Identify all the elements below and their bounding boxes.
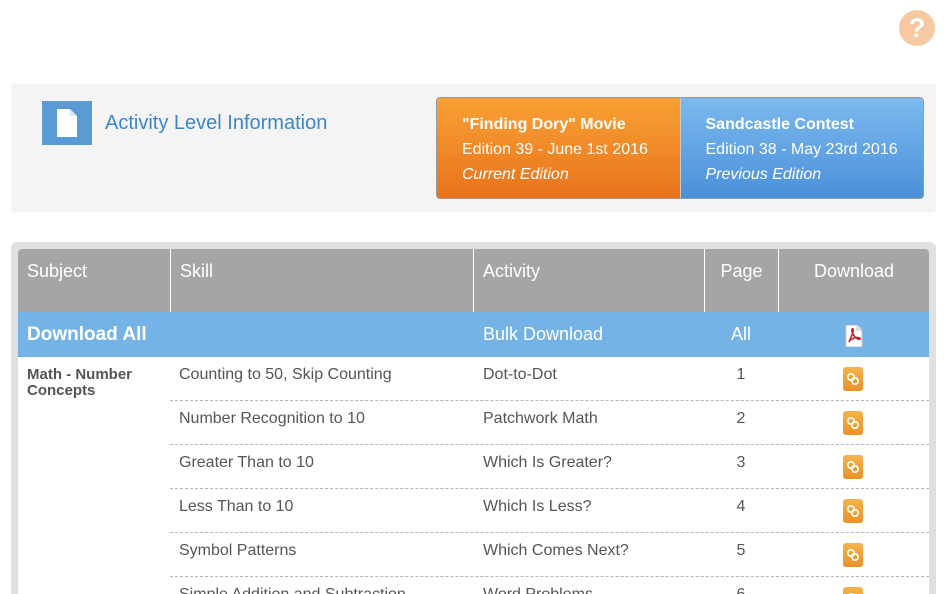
page-cell: 4 xyxy=(736,498,746,515)
edition-selector: "Finding Dory" Movie Edition 39 - June 1… xyxy=(436,97,924,199)
activity-table-frame: Subject Skill Activity Page Download Dow… xyxy=(11,242,936,594)
page-cell: 5 xyxy=(736,542,746,559)
download-worksheet-icon[interactable] xyxy=(843,499,863,523)
page-cell: 6 xyxy=(704,586,778,594)
edition-status: Previous Edition xyxy=(705,166,822,183)
skill-cell: Number Recognition to 10 xyxy=(179,410,365,427)
download-worksheet-icon[interactable] xyxy=(843,543,863,567)
activity-cell: Which Is Less? xyxy=(483,498,592,515)
header-download: Download xyxy=(778,249,929,312)
activity-cell: Which Is Greater? xyxy=(483,454,612,471)
download-worksheet-icon[interactable] xyxy=(843,367,863,391)
skill-cell: Simple Addition and Subtraction xyxy=(179,586,406,594)
skill-cell: Symbol Patterns xyxy=(179,542,297,559)
document-icon xyxy=(42,101,92,145)
header-subject: Subject xyxy=(27,261,88,281)
edition-date: Edition 39 - June 1st 2016 xyxy=(462,141,648,158)
edition-current-button[interactable]: "Finding Dory" Movie Edition 39 - June 1… xyxy=(437,98,681,198)
pdf-icon[interactable] xyxy=(844,324,864,348)
bulk-download-activity: Bulk Download xyxy=(483,324,604,344)
edition-title: "Finding Dory" Movie xyxy=(462,116,626,133)
header-activity: Activity xyxy=(473,249,704,312)
table-row: Greater Than to 10 Which Is Greater? 3 xyxy=(170,445,929,489)
panel-title: Activity Level Information xyxy=(105,112,328,134)
download-worksheet-icon[interactable] xyxy=(843,455,863,479)
header-page: Page xyxy=(704,249,778,312)
table-row: Simple Addition and Subtraction Word Prob… xyxy=(170,577,929,594)
table-row: Less Than to 10 Which Is Less? 4 xyxy=(170,489,929,533)
page-cell: 1 xyxy=(736,366,746,383)
download-all-label: Download All xyxy=(27,324,147,345)
table-row: Symbol Patterns Which Comes Next? 5 xyxy=(170,533,929,577)
download-worksheet-icon[interactable] xyxy=(843,411,863,435)
activity-cell: Which Comes Next? xyxy=(483,542,629,559)
edition-date: Edition 38 - May 23rd 2016 xyxy=(705,141,898,158)
download-worksheet-icon[interactable] xyxy=(843,587,863,594)
edition-status: Current Edition xyxy=(462,166,569,183)
help-icon[interactable]: ? xyxy=(899,10,935,46)
page-cell: 3 xyxy=(736,454,746,471)
page-cell: 2 xyxy=(736,410,746,427)
skill-cell: Counting to 50, Skip Counting xyxy=(179,366,392,383)
table-header-row: Subject Skill Activity Page Download xyxy=(18,249,929,312)
table-row: Number Recognition to 10 Patchwork Math 2 xyxy=(170,401,929,445)
bulk-download-row: Download All Bulk Download All xyxy=(18,312,929,357)
activity-info-panel: Activity Level Information "Finding Dory… xyxy=(11,84,936,212)
bulk-download-page: All xyxy=(730,324,751,344)
activity-cell: Patchwork Math xyxy=(483,410,598,427)
activity-cell: Word Problems xyxy=(483,586,593,594)
subject-label: Math - Number Concepts xyxy=(27,366,132,399)
activity-cell: Dot-to-Dot xyxy=(483,366,557,383)
skill-cell: Less Than to 10 xyxy=(179,498,294,515)
skill-cell: Greater Than to 10 xyxy=(179,454,314,471)
activity-table: Subject Skill Activity Page Download Dow… xyxy=(18,249,929,594)
edition-title: Sandcastle Contest xyxy=(705,116,854,133)
edition-previous-button[interactable]: Sandcastle Contest Edition 38 - May 23rd… xyxy=(680,98,923,198)
table-row: Counting to 50, Skip Counting Dot-to-Dot 1 xyxy=(170,357,929,401)
header-skill: Skill xyxy=(170,249,473,312)
